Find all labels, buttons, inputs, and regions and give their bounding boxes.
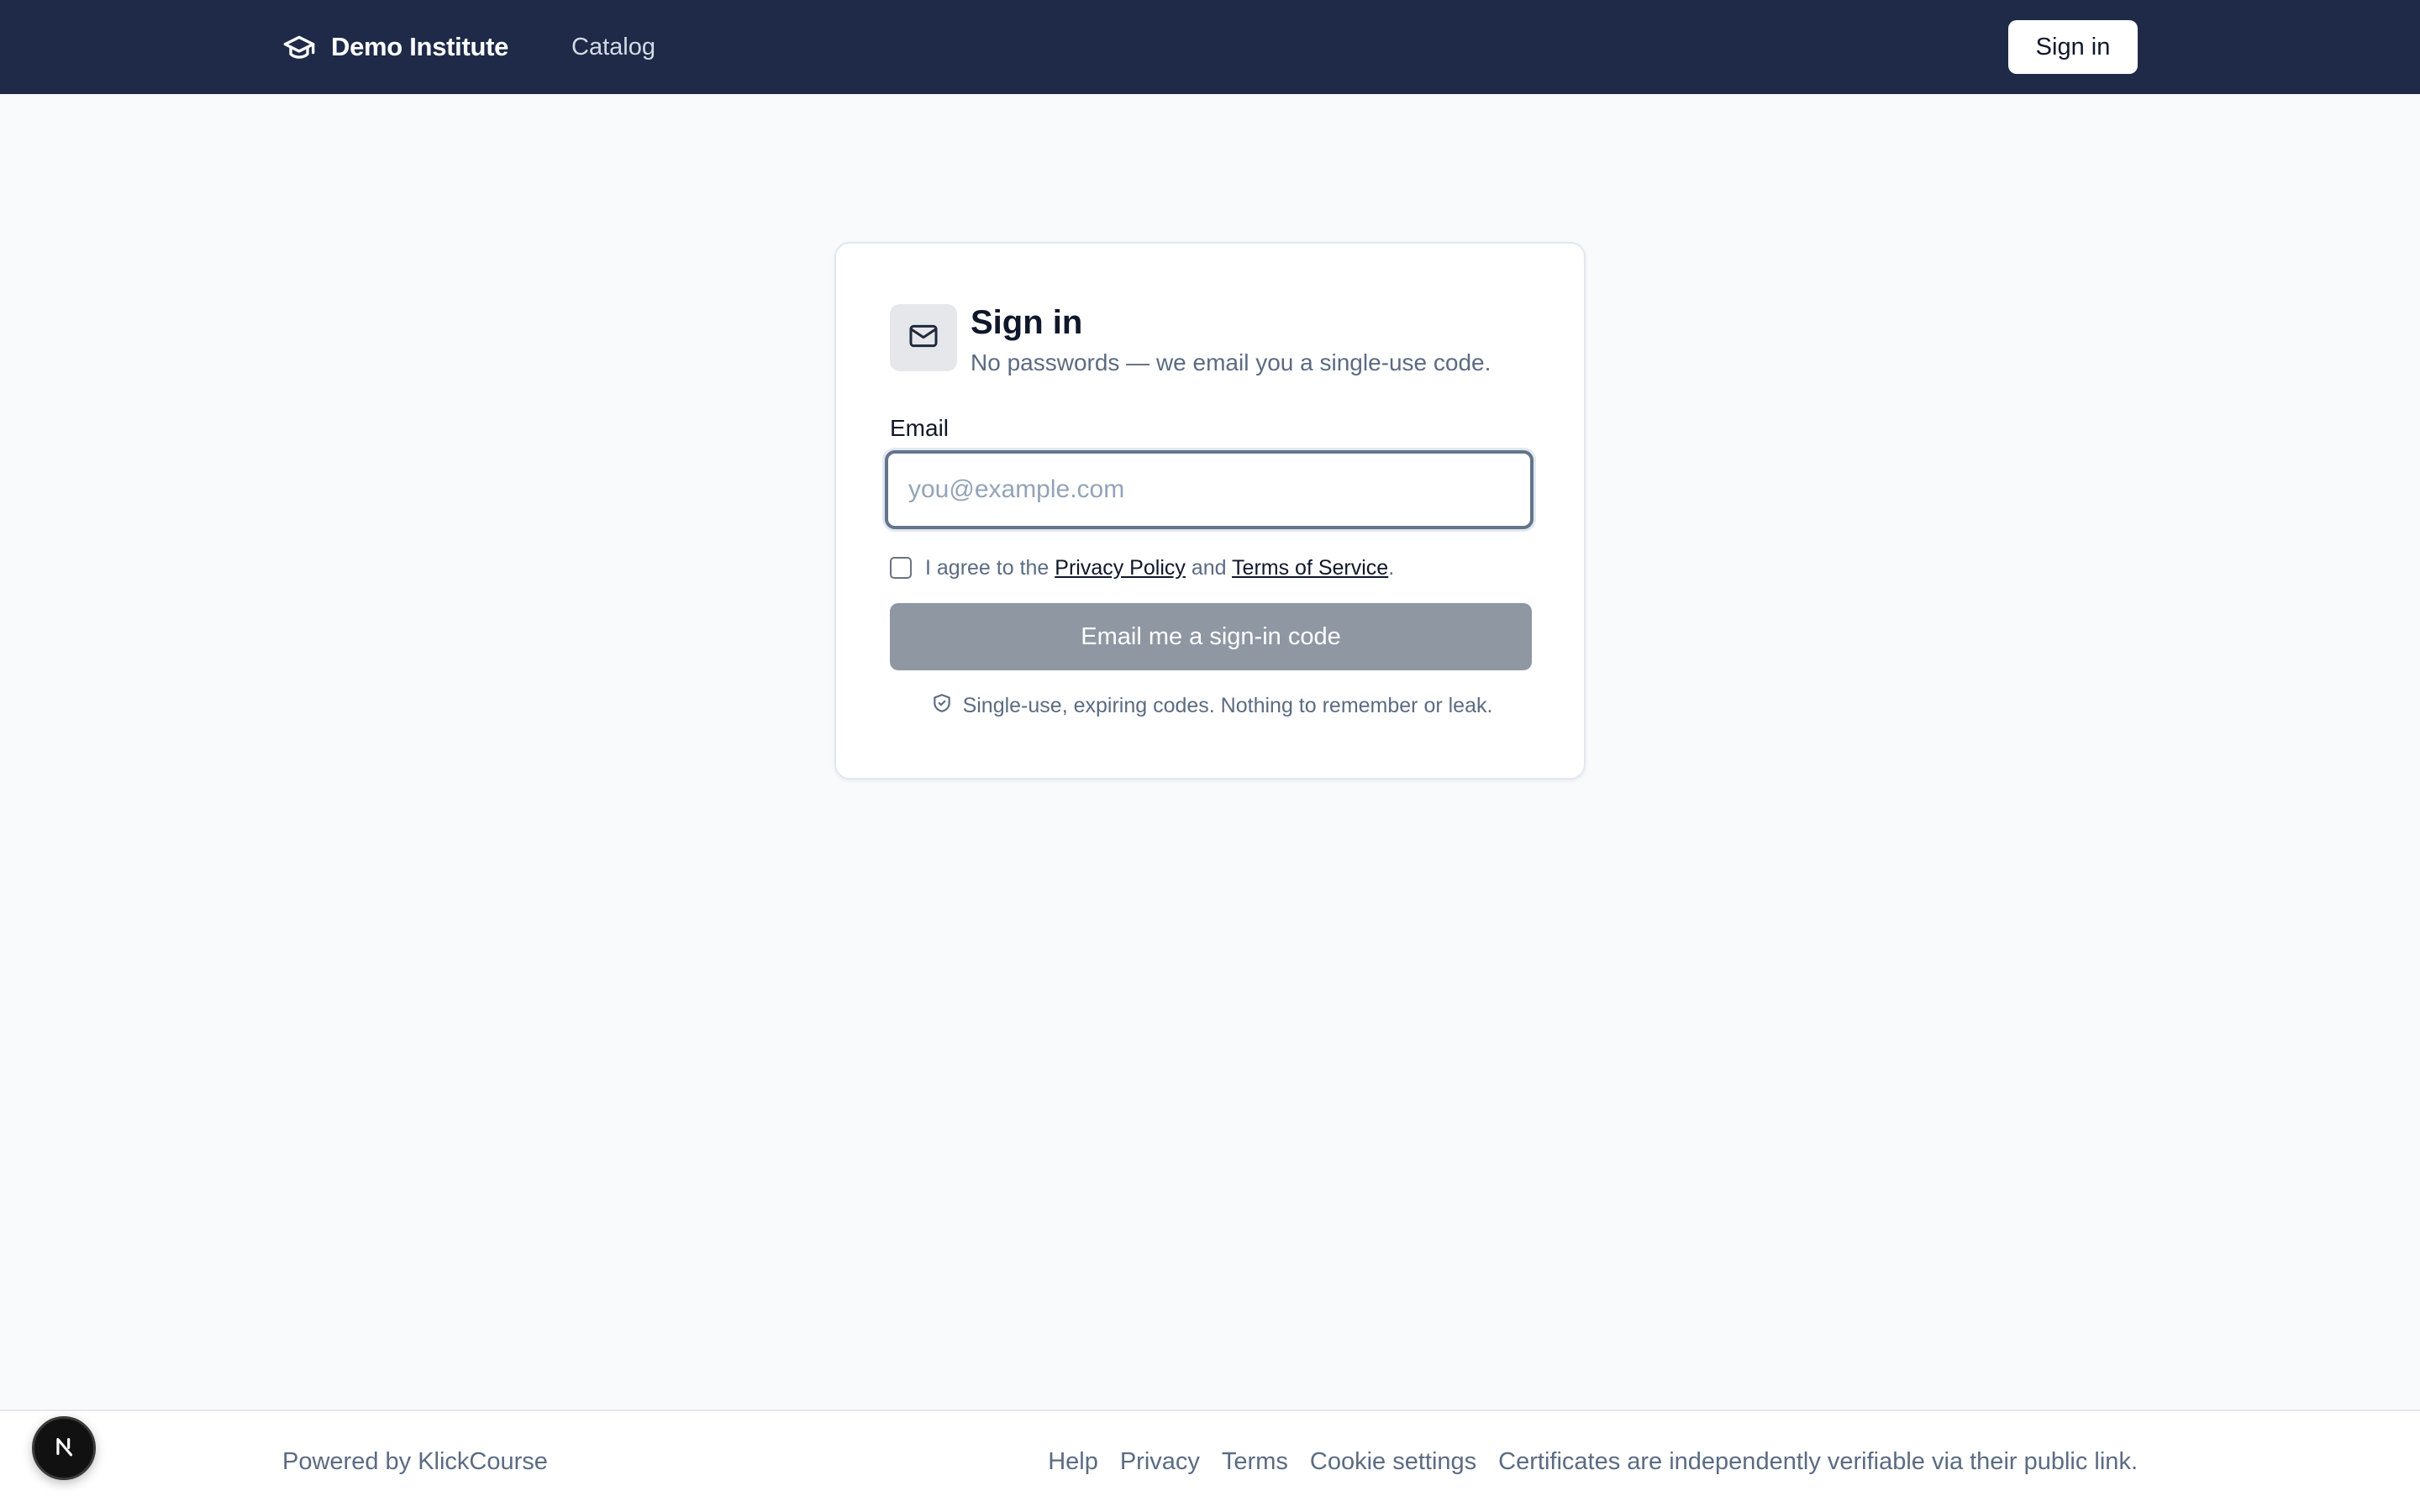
brand-logo-link[interactable]: Demo Institute (281, 0, 508, 94)
email-field-wrapper (885, 450, 1534, 529)
mail-icon-badge (890, 304, 957, 371)
email-label: Email (890, 415, 950, 441)
signin-card: Sign in No passwords — we email you a si… (834, 242, 1586, 780)
nav-catalog-link[interactable]: Catalog (571, 0, 655, 94)
agree-and: and (1191, 555, 1227, 580)
nextjs-dev-badge[interactable] (32, 1416, 96, 1480)
header-signin-button[interactable]: Sign in (2008, 20, 2138, 74)
shield-check-icon (931, 692, 953, 720)
footer-link-help[interactable]: Help (1048, 1448, 1098, 1476)
terms-agreement-text: I agree to the Privacy Policy and Terms … (925, 556, 1394, 580)
email-signin-code-button[interactable]: Email me a sign-in code (890, 603, 1532, 670)
graduation-cap-icon (281, 29, 318, 66)
email-input[interactable] (888, 454, 1530, 526)
security-note: Single-use, expiring codes. Nothing to r… (836, 689, 1587, 722)
powered-by-text: Powered by KlickCourse (282, 1447, 548, 1475)
terms-of-service-link[interactable]: Terms of Service (1232, 556, 1388, 580)
terms-checkbox[interactable] (890, 557, 912, 579)
footer-links: Help Privacy Terms Cookie settings Certi… (1048, 1411, 2138, 1512)
agree-suffix: . (1388, 555, 1395, 580)
nextjs-icon (50, 1432, 78, 1465)
certificates-note: Certificates are independently verifiabl… (1498, 1447, 2138, 1475)
page-footer: Powered by KlickCourse Help Privacy Term… (0, 1410, 2420, 1512)
mail-icon (907, 319, 940, 357)
privacy-policy-link[interactable]: Privacy Policy (1055, 556, 1186, 580)
agree-prefix: I agree to the (925, 555, 1050, 580)
security-note-text: Single-use, expiring codes. Nothing to r… (962, 693, 1493, 717)
signin-title: Sign in (971, 304, 1083, 341)
top-navbar: Demo Institute Catalog Sign in (0, 0, 2420, 94)
footer-link-cookie-settings[interactable]: Cookie settings (1310, 1448, 1476, 1476)
terms-agreement-row: I agree to the Privacy Policy and Terms … (890, 551, 1394, 585)
brand-name: Demo Institute (331, 32, 509, 61)
footer-link-privacy[interactable]: Privacy (1120, 1448, 1200, 1476)
signin-subtitle: No passwords — we email you a single-use… (971, 349, 1491, 375)
footer-link-terms[interactable]: Terms (1222, 1448, 1288, 1476)
